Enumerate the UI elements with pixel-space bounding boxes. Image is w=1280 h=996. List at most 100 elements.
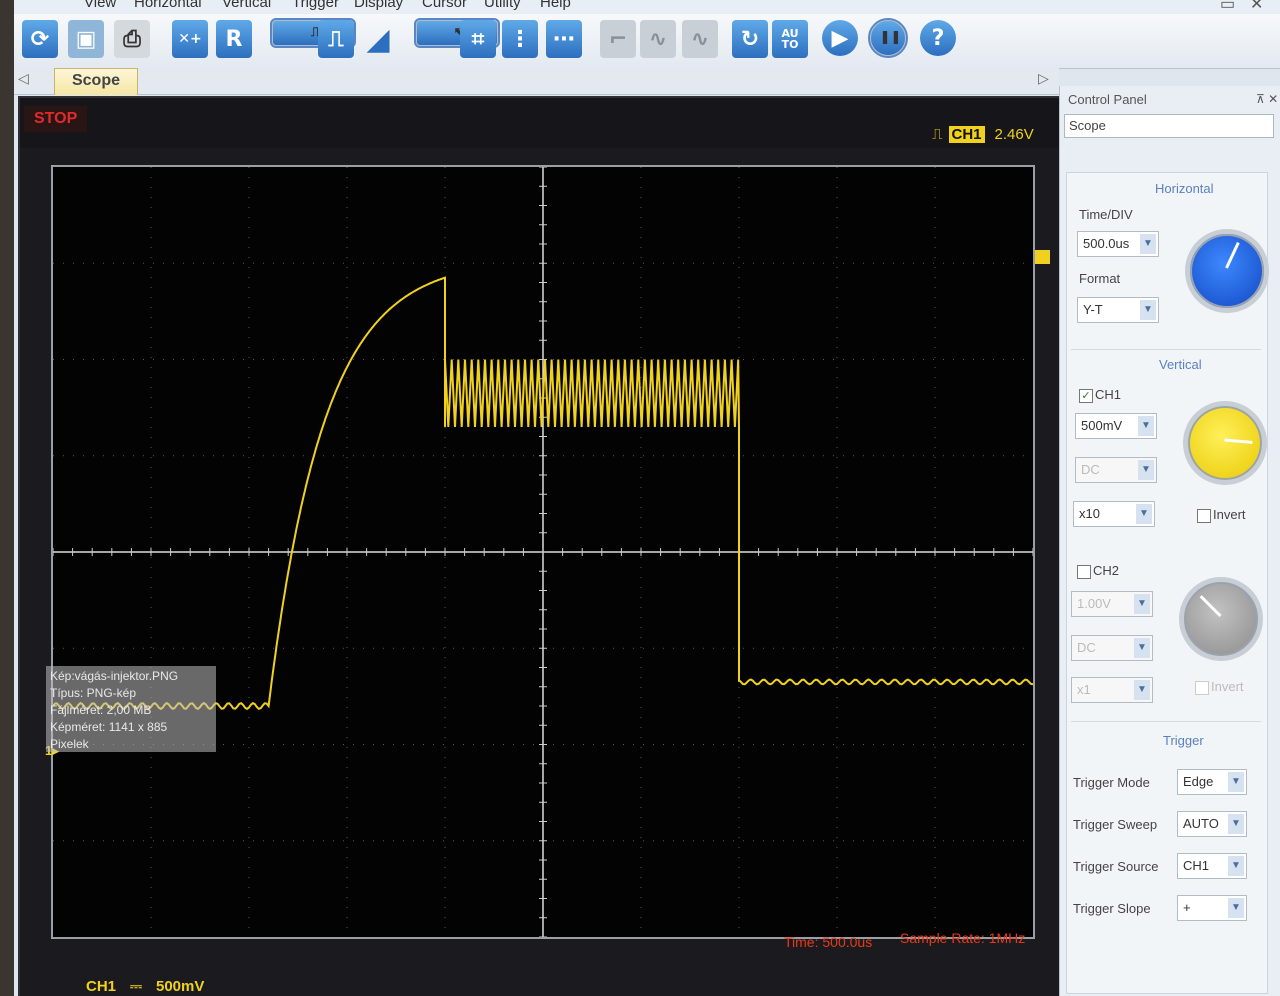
tab-right-arrow-icon[interactable]: ▷ <box>1038 70 1049 87</box>
trigger-mode-select[interactable]: Edge ▼ <box>1177 769 1247 795</box>
menu-trigger[interactable]: Trigger <box>292 0 339 11</box>
run-status: STOP <box>24 106 88 132</box>
chevron-down-icon: ▼ <box>1228 898 1244 918</box>
close-icon[interactable]: ✕ <box>1250 0 1263 14</box>
ch1-coupling-select[interactable]: DC ▼ <box>1075 457 1157 483</box>
ch2-volts-knob[interactable] <box>1179 577 1263 661</box>
horizontal-group-title: Horizontal <box>1155 181 1214 196</box>
scope-status-bar: STOP ⎍ CH1 2.46V <box>20 98 1060 148</box>
menu-help[interactable]: Help <box>540 0 571 11</box>
ch1-invert-label: Invert <box>1213 507 1246 522</box>
pulse-alt-icon[interactable]: ⎍ <box>318 20 354 58</box>
trigger-source-select[interactable]: CH1 ▼ <box>1177 853 1247 879</box>
chevron-down-icon: ▼ <box>1134 680 1150 700</box>
crosshair-icon[interactable]: ⌗ <box>460 20 496 58</box>
minimize-icon[interactable]: ▭ <box>1220 0 1235 14</box>
format-label: Format <box>1079 271 1121 286</box>
ch1-volts-knob[interactable] <box>1183 401 1267 485</box>
pause-icon[interactable]: ❚❚ <box>868 18 908 58</box>
chevron-down-icon: ▼ <box>1134 638 1150 658</box>
horizontal-cursor-icon[interactable]: ⋯ <box>546 20 582 58</box>
ch2-coupling-select[interactable]: DC ▼ <box>1071 635 1153 661</box>
menu-vertical[interactable]: Vertical <box>222 0 271 11</box>
ch1-volts-value: 500mV <box>1081 418 1123 433</box>
ch2-probe-select[interactable]: x1 ▼ <box>1071 677 1153 703</box>
ch1-probe-select[interactable]: x10 ▼ <box>1073 501 1155 527</box>
tooltip-filesize: Fájlméret: 2,00 MB <box>50 703 152 717</box>
menu-cursor[interactable]: Cursor <box>422 0 467 11</box>
ch1-checkbox-label: CH1 <box>1095 387 1122 402</box>
ch1-scale: CH1 ⎓ 500mV <box>86 978 218 995</box>
chevron-down-icon: ▼ <box>1228 814 1244 834</box>
menu-utility[interactable]: Utility <box>484 0 521 11</box>
app-window: View Horizontal Vertical Trigger Display… <box>14 0 1280 996</box>
triangle-wave-icon[interactable]: ∿ <box>640 20 676 58</box>
trigger-slope-select[interactable]: + ▼ <box>1177 895 1247 921</box>
open-file-icon[interactable]: ⟳ <box>22 20 58 58</box>
print-icon[interactable]: ⎙ <box>114 20 150 58</box>
tooltip-dimensions: Képméret: 1141 x 885 <box>50 720 168 734</box>
tooltip-type: Típus: PNG-kép <box>50 686 137 700</box>
panel-selector[interactable]: Scope <box>1064 114 1274 138</box>
time-base: Time: 500.0us <box>784 934 873 950</box>
tooltip-pixels: Pixelek <box>50 737 89 751</box>
chevron-down-icon: ▼ <box>1228 772 1244 792</box>
menu-display[interactable]: Display <box>354 0 403 11</box>
trigger-slope-label: Trigger Slope <box>1073 901 1151 916</box>
ch1-invert-checkbox[interactable] <box>1197 509 1211 523</box>
measure-icon[interactable]: ✕+ <box>172 20 208 58</box>
tab-scope[interactable]: Scope <box>54 68 138 95</box>
scope-info-bar: Time: 500.0us Sample Rate: 1MHz CH1 ⎓ 500m… <box>20 918 1060 996</box>
save-icon[interactable]: ▣ <box>68 20 104 58</box>
ch1-volts-select[interactable]: 500mV ▼ <box>1075 413 1157 439</box>
sample-rate: Sample Rate: 1MHz <box>900 930 1026 946</box>
trigger-sweep-label: Trigger Sweep <box>1073 817 1158 832</box>
divider <box>1071 349 1261 350</box>
help-button[interactable]: ? <box>920 20 956 56</box>
time-div-select[interactable]: 500.0us ▼ <box>1077 231 1159 257</box>
file-tooltip: Kép:vágás-injektor.PNG Típus: PNG-kép Fá… <box>46 666 216 752</box>
trigger-mode-value: Edge <box>1183 774 1214 789</box>
tooltip-filename: Kép:vágás-injektor.PNG <box>50 669 179 683</box>
ch2-coupling-value: DC <box>1077 640 1096 655</box>
step-wave-icon[interactable]: ⌐ <box>600 20 636 58</box>
trigger-sweep-value: AUTO <box>1183 816 1219 831</box>
ch2-checkbox[interactable] <box>1077 565 1091 579</box>
refresh-icon[interactable]: ↻ <box>732 20 768 58</box>
ch2-volts-value: 1.00V <box>1077 596 1111 611</box>
ch1-probe-value: x10 <box>1079 506 1100 521</box>
menu-view[interactable]: View <box>84 0 116 11</box>
trigger-sweep-select[interactable]: AUTO ▼ <box>1177 811 1247 837</box>
auto-button[interactable]: AU TO <box>772 20 808 58</box>
trigger-level-marker[interactable] <box>1034 250 1050 264</box>
pin-icon[interactable]: ⊼ ✕ <box>1256 92 1278 106</box>
waveform-svg <box>53 167 1033 937</box>
ch2-volts-select[interactable]: 1.00V ▼ <box>1071 591 1153 617</box>
format-select[interactable]: Y-T ▼ <box>1077 297 1159 323</box>
trigger-info: ⎍ CH1 2.46V <box>932 126 1034 143</box>
trigger-source-label: Trigger Source <box>1073 859 1159 874</box>
menu-horizontal[interactable]: Horizontal <box>134 0 202 11</box>
trigger-slope-value: + <box>1183 900 1191 915</box>
vertical-cursor-icon[interactable]: ⋮ <box>502 20 538 58</box>
time-div-knob[interactable] <box>1185 229 1269 313</box>
ch2-invert-checkbox[interactable] <box>1195 681 1209 695</box>
ramp-icon[interactable]: ◢ <box>360 20 396 58</box>
dc-coupling-icon: ⎓ <box>130 978 142 995</box>
ch2-probe-value: x1 <box>1077 682 1091 697</box>
ch1-checkbox[interactable]: ✓ <box>1079 389 1093 403</box>
chevron-down-icon: ▼ <box>1136 504 1152 524</box>
chevron-down-icon: ▼ <box>1140 300 1156 320</box>
ch1-scale-label: CH1 <box>86 978 117 995</box>
format-value: Y-T <box>1083 302 1103 317</box>
chevron-down-icon: ▼ <box>1138 416 1154 436</box>
waveform-plot[interactable] <box>51 165 1035 939</box>
tab-left-arrow-icon[interactable]: ◁ <box>18 70 29 87</box>
reset-button[interactable]: R <box>216 20 252 58</box>
sine-wave-icon[interactable]: ∿ <box>682 20 718 58</box>
vertical-group-title: Vertical <box>1159 357 1202 372</box>
trigger-source-value: CH1 <box>1183 858 1210 873</box>
ch2-checkbox-label: CH2 <box>1093 563 1120 578</box>
knob-needle <box>1199 595 1222 618</box>
run-icon[interactable]: ▶ <box>822 20 858 56</box>
